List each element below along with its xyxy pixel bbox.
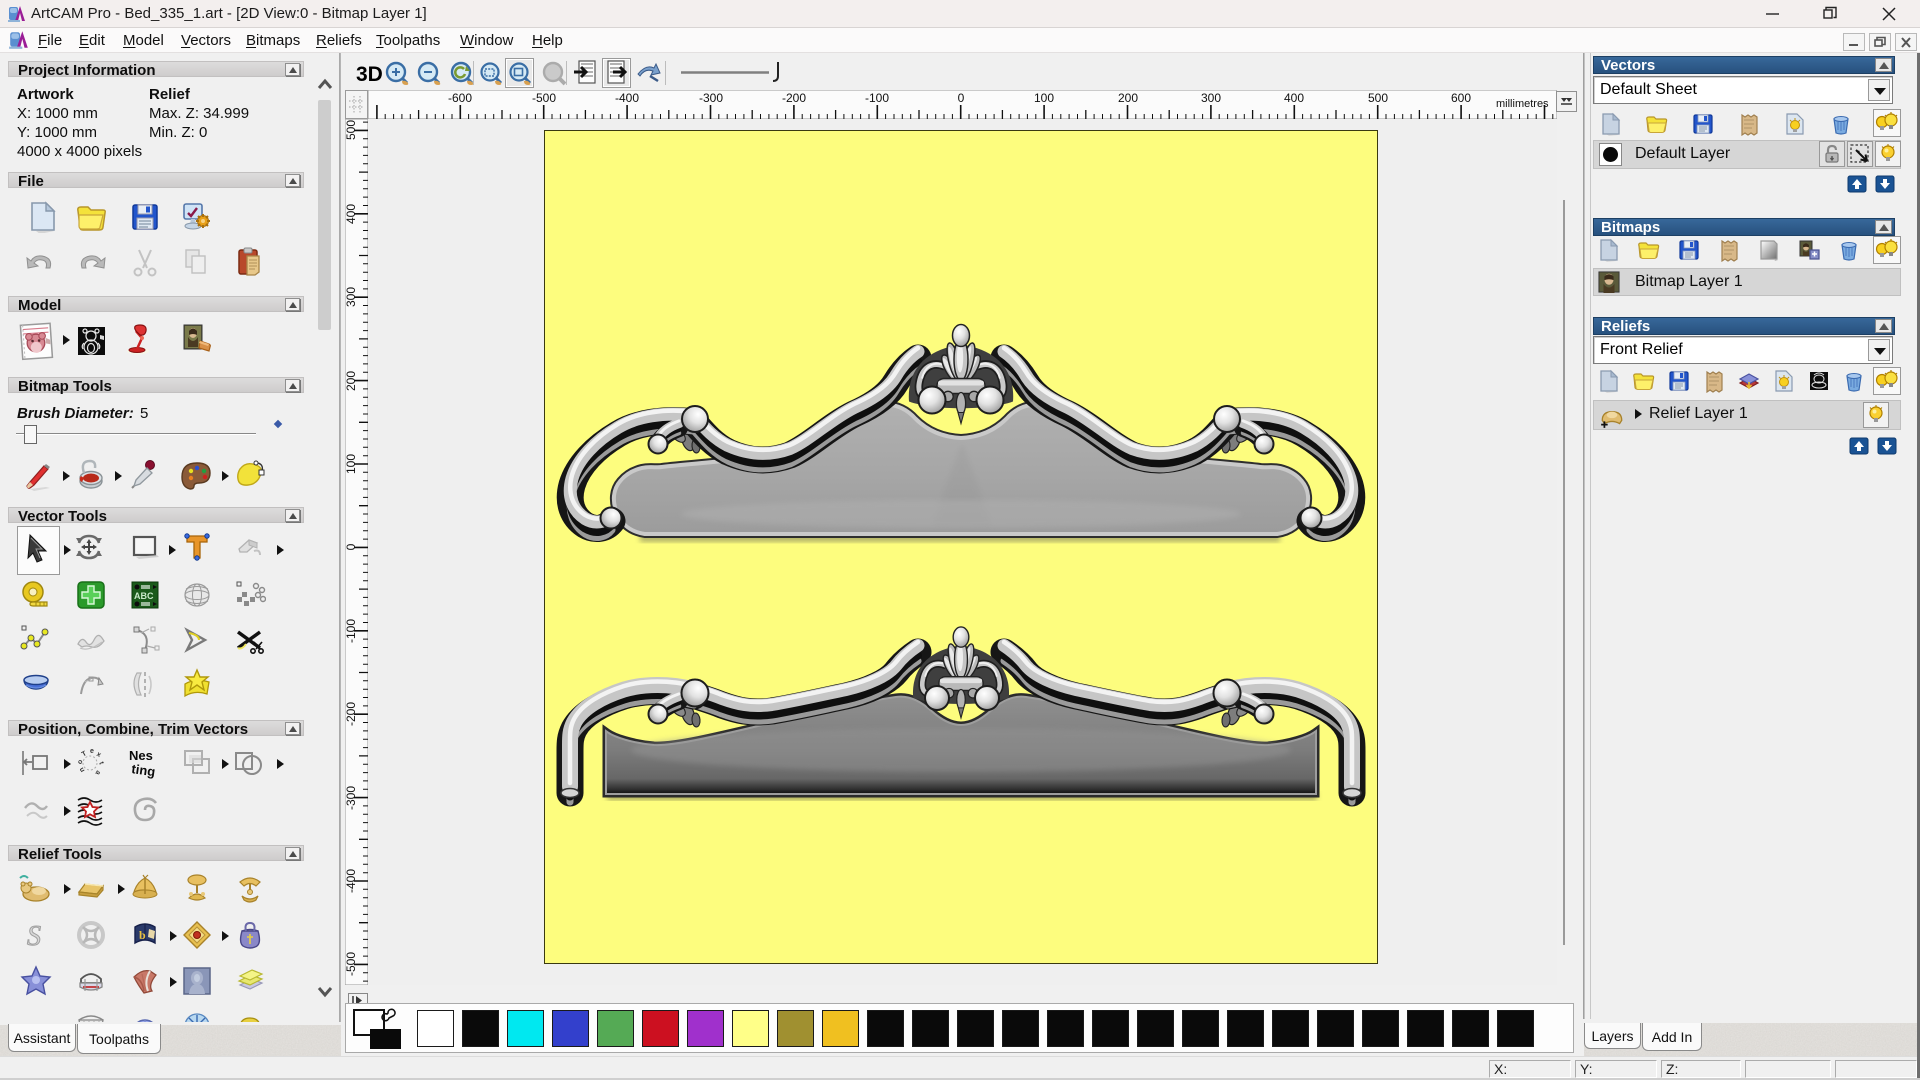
- svg-text:-200: -200: [345, 702, 358, 726]
- svg-text:-100: -100: [865, 91, 889, 105]
- svg-text:a: a: [94, 769, 102, 776]
- svg-text:x: x: [95, 751, 102, 759]
- svg-text:100: 100: [1034, 91, 1054, 105]
- svg-text:-400: -400: [345, 869, 358, 893]
- svg-text:-500: -500: [532, 91, 556, 105]
- svg-text:e: e: [90, 748, 94, 755]
- svg-text:3D: 3D: [356, 63, 383, 86]
- svg-text:t: t: [97, 761, 105, 766]
- svg-text:0: 0: [345, 543, 358, 550]
- svg-text:0: 0: [958, 91, 965, 105]
- svg-text:-300: -300: [345, 786, 358, 810]
- svg-text:-400: -400: [615, 91, 639, 105]
- svg-text:S: S: [27, 921, 41, 951]
- svg-text:400: 400: [345, 204, 358, 224]
- svg-text:100: 100: [345, 454, 358, 474]
- svg-text:n: n: [78, 766, 86, 773]
- svg-text:200: 200: [345, 371, 358, 391]
- svg-text:200: 200: [1118, 91, 1138, 105]
- svg-text:T: T: [81, 750, 89, 759]
- svg-text:300: 300: [345, 287, 358, 307]
- svg-text:400: 400: [1284, 91, 1304, 105]
- svg-text:-600: -600: [448, 91, 472, 105]
- svg-text:-100: -100: [345, 619, 358, 643]
- svg-text:ABC: ABC: [134, 591, 154, 601]
- svg-text:300: 300: [1201, 91, 1221, 105]
- svg-text:500: 500: [345, 120, 358, 140]
- svg-text:-200: -200: [782, 91, 806, 105]
- svg-text:b: b: [139, 928, 146, 942]
- svg-text:-300: -300: [699, 91, 723, 105]
- svg-text:millimetres: millimetres: [1496, 98, 1549, 110]
- svg-text:600: 600: [1451, 91, 1471, 105]
- svg-text:ting: ting: [131, 761, 157, 779]
- svg-text:500: 500: [1368, 91, 1388, 105]
- svg-text:-500: -500: [345, 952, 358, 976]
